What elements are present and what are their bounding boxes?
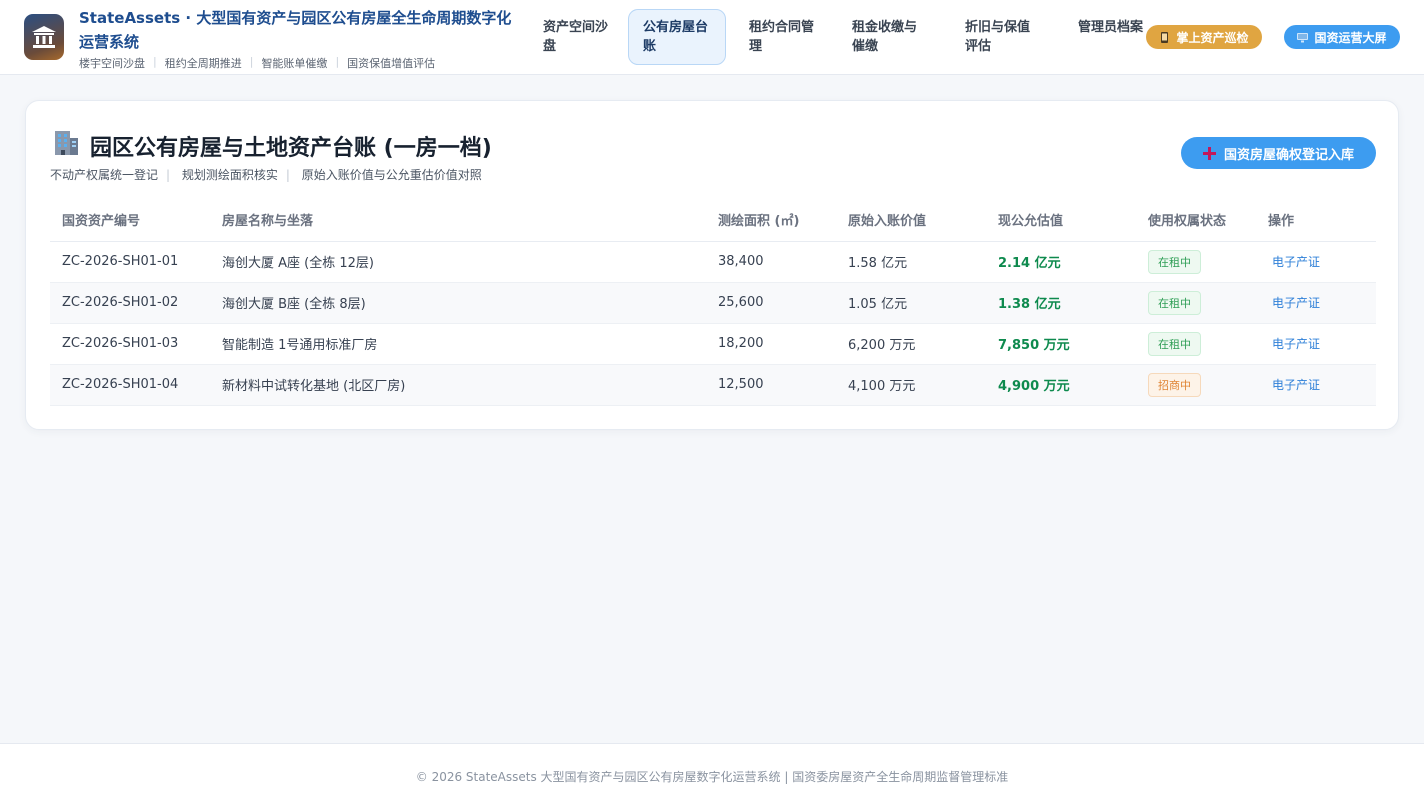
table-row[interactable]: ZC-2026-SH01-03 智能制造 1号通用标准厂房 18,200 6,2… bbox=[50, 323, 1376, 365]
mobile-phone-icon bbox=[1159, 31, 1170, 43]
sub-navigation: 楼宇空间沙盘 | 租约全周期推进 | 智能账单催缴 | 国资保值增值评估 bbox=[79, 55, 436, 71]
status-cell: 在租中 bbox=[1136, 323, 1256, 365]
original-value: 4,100 万元 bbox=[836, 364, 986, 406]
register-asset-button[interactable]: 国资房屋确权登记入库 bbox=[1181, 137, 1376, 169]
column-header: 房屋名称与坐落 bbox=[210, 199, 706, 242]
e-certificate-link[interactable]: 电子产证 bbox=[1268, 296, 1320, 310]
asset-ledger-table: 国资资产编号 房屋名称与坐落 测绘面积 (㎡) 原始入账价值 现公允估值 使用权… bbox=[50, 199, 1376, 406]
asset-name: 新材料中试转化基地 (北区厂房) bbox=[210, 364, 706, 406]
table-row[interactable]: ZC-2026-SH01-01 海创大厦 A座 (全栋 12层) 38,400 … bbox=[50, 241, 1376, 283]
asset-id: ZC-2026-SH01-01 bbox=[50, 241, 210, 283]
bank-building-icon[interactable] bbox=[24, 14, 64, 60]
page-title: 园区公有房屋与土地资产台账 (一房一档) bbox=[52, 129, 492, 163]
column-header: 使用权属状态 bbox=[1136, 199, 1256, 242]
page-title-text: 园区公有房屋与土地资产台账 (一房一档) bbox=[90, 136, 492, 161]
table-row[interactable]: ZC-2026-SH01-02 海创大厦 B座 (全栋 8层) 25,600 1… bbox=[50, 282, 1376, 324]
column-header: 原始入账价值 bbox=[836, 199, 986, 242]
asset-ledger-card: 园区公有房屋与土地资产台账 (一房一档) 不动产权属统一登记 | 规划测绘面积核实… bbox=[25, 100, 1399, 430]
original-value: 1.05 亿元 bbox=[836, 282, 986, 324]
e-certificate-link[interactable]: 电子产证 bbox=[1268, 337, 1320, 351]
page-subtitle: 不动产权属统一登记 | 规划测绘面积核实 | 原始入账价值与公允重估价值对照 bbox=[50, 168, 482, 182]
page-footer: © 2026 StateAssets 大型国有资产与园区公有房屋数字化运营系统 … bbox=[0, 743, 1424, 809]
action-cell: 电子产证 bbox=[1256, 241, 1376, 283]
status-badge: 在租中 bbox=[1148, 290, 1201, 315]
ops-screen-button[interactable]: 国资运营大屏 bbox=[1284, 25, 1400, 49]
subnav-item[interactable]: 租约全周期推进 bbox=[165, 55, 242, 71]
plus-icon bbox=[1202, 146, 1216, 160]
subnav-item[interactable]: 楼宇空间沙盘 bbox=[79, 55, 145, 71]
e-certificate-link[interactable]: 电子产证 bbox=[1268, 378, 1320, 392]
asset-area: 18,200 bbox=[706, 323, 836, 365]
mobile-patrol-button[interactable]: 掌上资产巡检 bbox=[1146, 25, 1262, 49]
nav-tab-depreciation[interactable]: 折旧与保值评估 bbox=[950, 9, 1048, 65]
column-header: 测绘面积 (㎡) bbox=[706, 199, 836, 242]
ops-screen-label: 国资运营大屏 bbox=[1314, 30, 1387, 45]
subtitle-item: 原始入账价值与公允重估价值对照 bbox=[301, 168, 482, 182]
original-value: 1.58 亿元 bbox=[836, 241, 986, 283]
action-cell: 电子产证 bbox=[1256, 323, 1376, 365]
nav-tab-housing-ledger[interactable]: 公有房屋台账 bbox=[628, 9, 726, 65]
status-badge: 在租中 bbox=[1148, 331, 1201, 356]
asset-area: 38,400 bbox=[706, 241, 836, 283]
app-title-main: StateAssets · 大型国有资产与园区公有房屋全生命周期数字化 bbox=[79, 9, 512, 27]
subnav-item[interactable]: 智能账单催缴 bbox=[261, 55, 327, 71]
fair-value: 1.38 亿元 bbox=[986, 282, 1136, 324]
asset-id: ZC-2026-SH01-03 bbox=[50, 323, 210, 365]
status-badge: 招商中 bbox=[1148, 372, 1201, 397]
asset-area: 25,600 bbox=[706, 282, 836, 324]
fair-value: 4,900 万元 bbox=[986, 364, 1136, 406]
office-building-icon bbox=[52, 129, 80, 163]
footer-text: © 2026 StateAssets 大型国有资产与园区公有房屋数字化运营系统 … bbox=[415, 770, 1009, 784]
asset-id: ZC-2026-SH01-02 bbox=[50, 282, 210, 324]
column-header: 操作 bbox=[1256, 199, 1376, 242]
mobile-patrol-label: 掌上资产巡检 bbox=[1176, 30, 1249, 45]
asset-name: 海创大厦 B座 (全栋 8层) bbox=[210, 282, 706, 324]
table-header-row: 国资资产编号 房屋名称与坐落 测绘面积 (㎡) 原始入账价值 现公允估值 使用权… bbox=[50, 199, 1376, 242]
monitor-icon bbox=[1297, 32, 1309, 43]
app-title-tail: 运营系统 bbox=[79, 33, 140, 51]
asset-area: 12,500 bbox=[706, 364, 836, 406]
action-cell: 电子产证 bbox=[1256, 364, 1376, 406]
nav-tab-space-sandbox[interactable]: 资产空间沙盘 bbox=[528, 9, 626, 65]
column-header: 现公允估值 bbox=[986, 199, 1136, 242]
subnav-item[interactable]: 国资保值增值评估 bbox=[347, 55, 435, 71]
fair-value: 7,850 万元 bbox=[986, 323, 1136, 365]
top-header: StateAssets · 大型国有资产与园区公有房屋全生命周期数字化 运营系统… bbox=[0, 0, 1424, 75]
subtitle-item: 规划测绘面积核实 bbox=[181, 168, 278, 182]
register-asset-label: 国资房屋确权登记入库 bbox=[1223, 147, 1354, 163]
status-cell: 在租中 bbox=[1136, 282, 1256, 324]
action-cell: 电子产证 bbox=[1256, 282, 1376, 324]
status-cell: 在租中 bbox=[1136, 241, 1256, 283]
status-cell: 招商中 bbox=[1136, 364, 1256, 406]
asset-id: ZC-2026-SH01-04 bbox=[50, 364, 210, 406]
nav-tab-lease-contracts[interactable]: 租约合同管理 bbox=[734, 9, 832, 65]
asset-name: 智能制造 1号通用标准厂房 bbox=[210, 323, 706, 365]
asset-name: 海创大厦 A座 (全栋 12层) bbox=[210, 241, 706, 283]
original-value: 6,200 万元 bbox=[836, 323, 986, 365]
table-row[interactable]: ZC-2026-SH01-04 新材料中试转化基地 (北区厂房) 12,500 … bbox=[50, 364, 1376, 406]
e-certificate-link[interactable]: 电子产证 bbox=[1268, 255, 1320, 269]
column-header: 国资资产编号 bbox=[50, 199, 210, 242]
fair-value: 2.14 亿元 bbox=[986, 241, 1136, 283]
status-badge: 在租中 bbox=[1148, 249, 1201, 274]
nav-tab-rent-collection[interactable]: 租金收缴与催缴 bbox=[837, 9, 935, 65]
subtitle-item: 不动产权属统一登记 bbox=[50, 168, 159, 182]
app-title: StateAssets · 大型国有资产与园区公有房屋全生命周期数字化 运营系统 bbox=[79, 6, 529, 54]
